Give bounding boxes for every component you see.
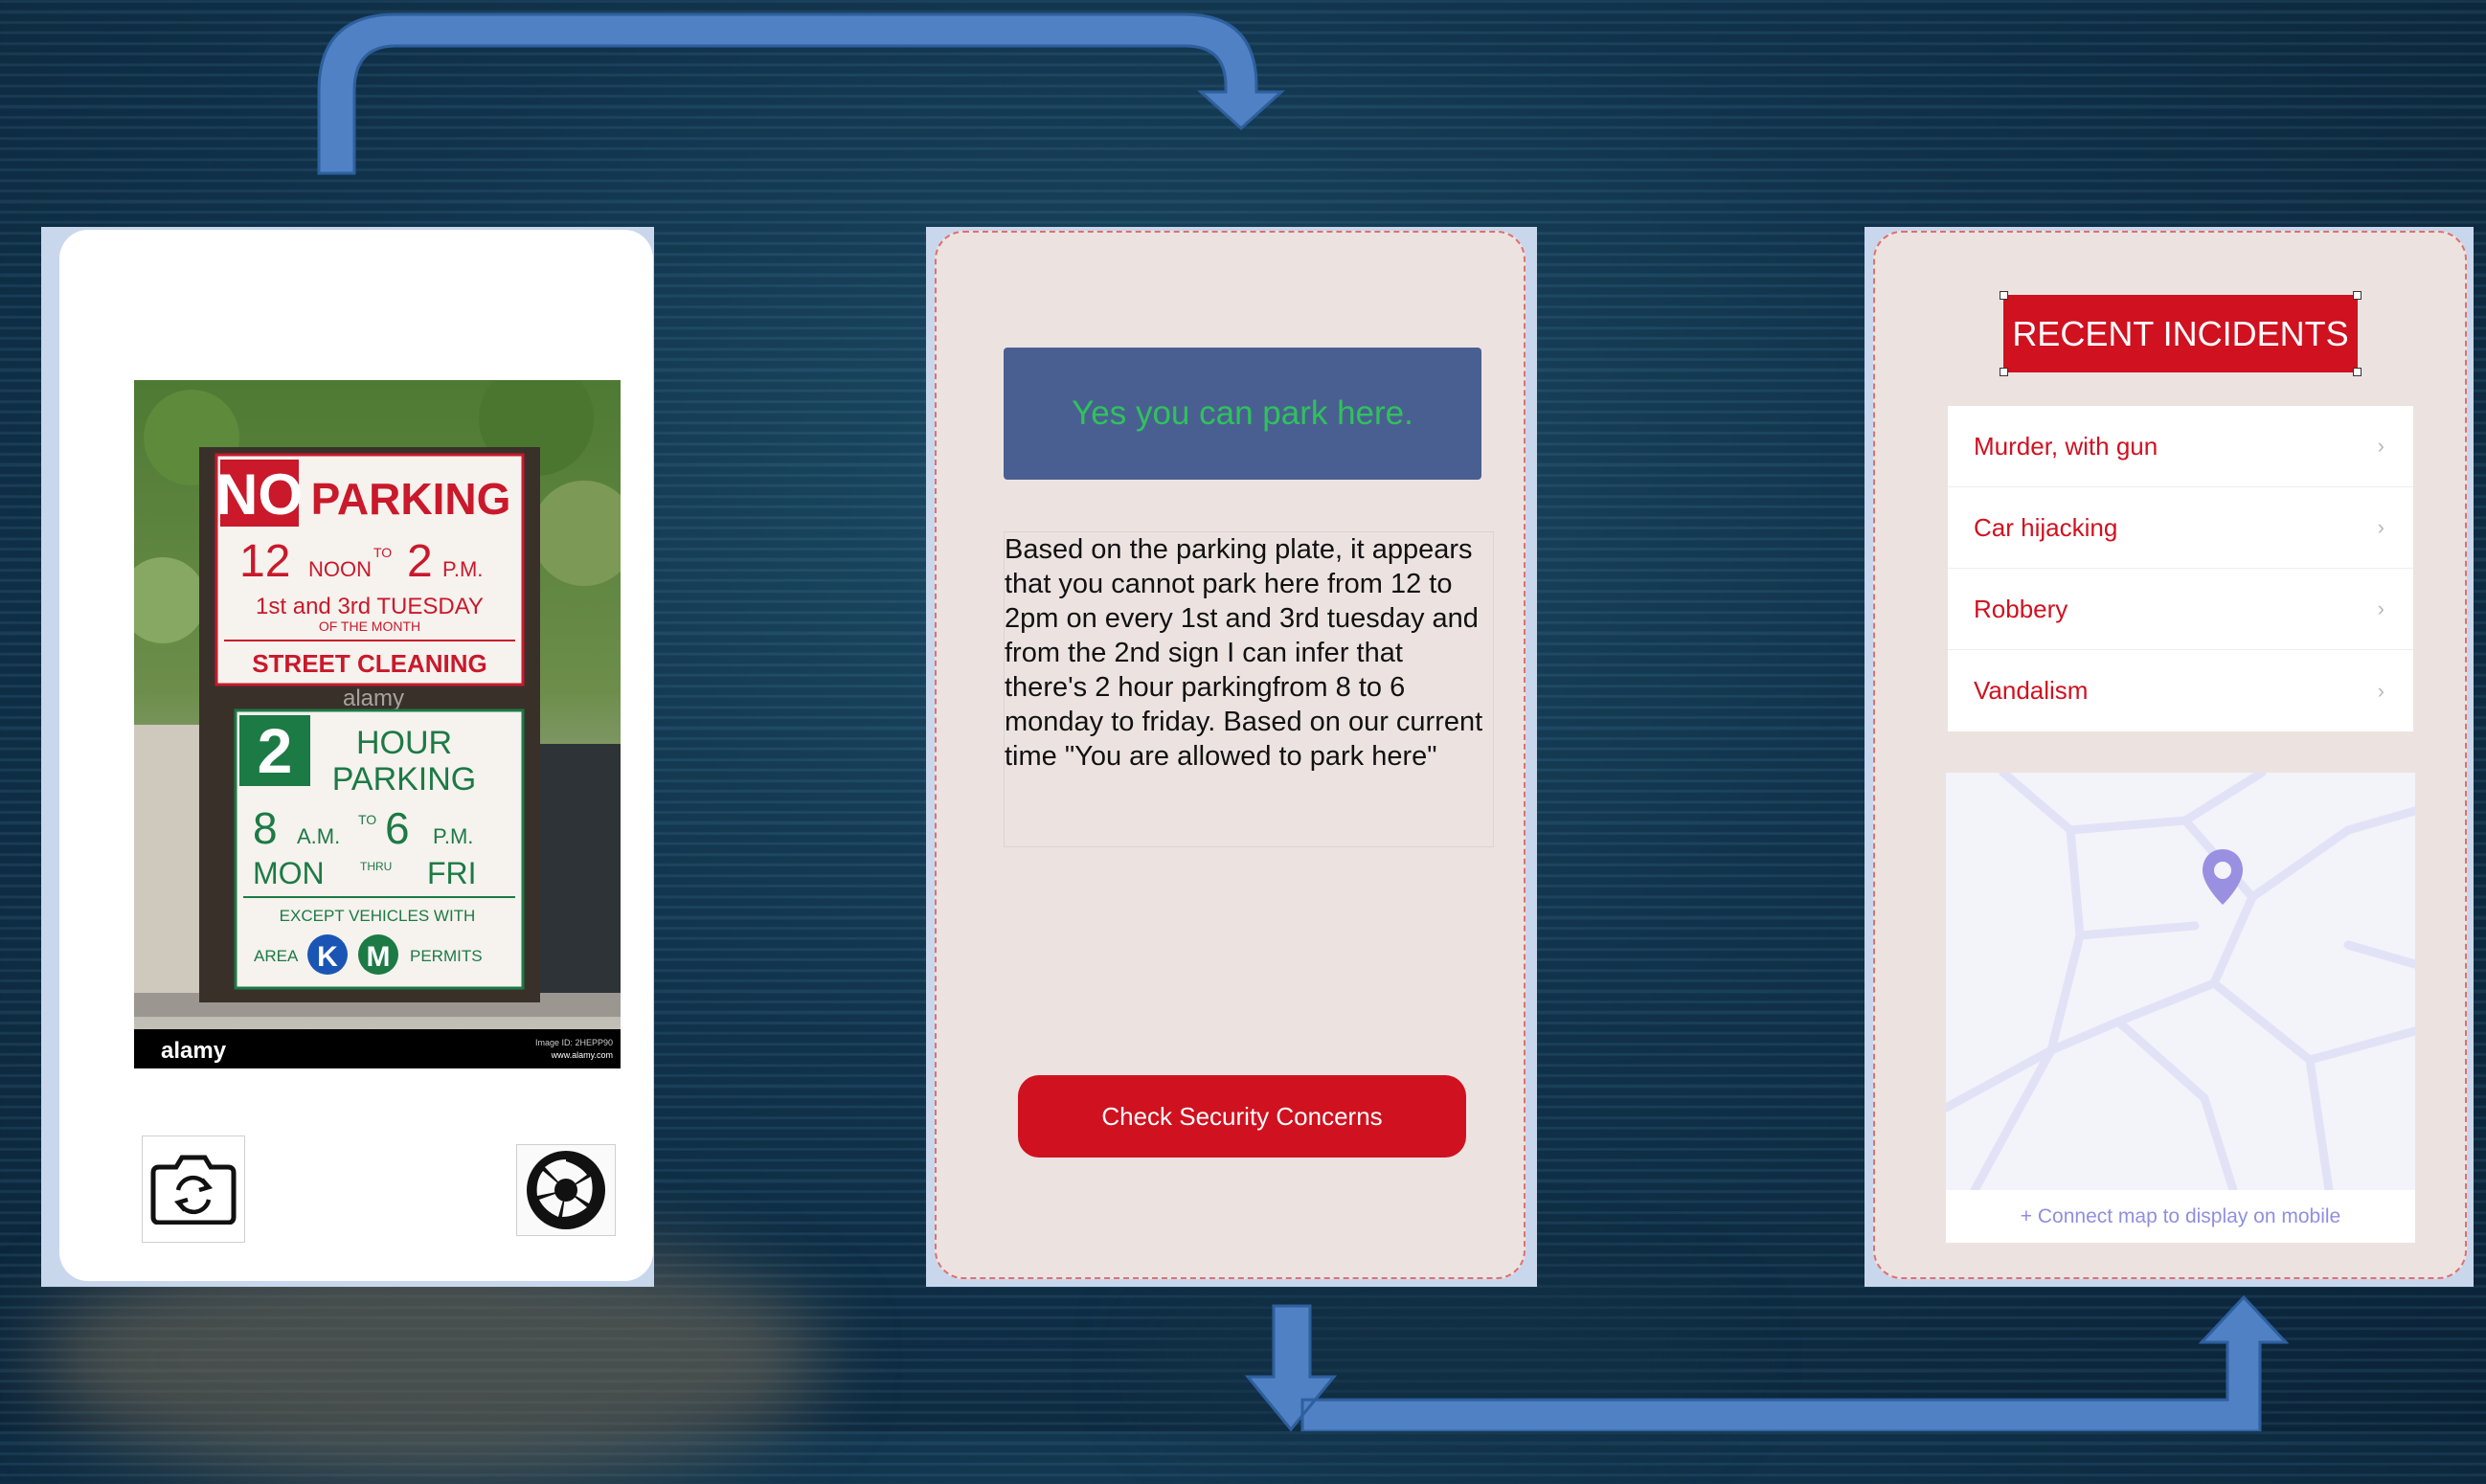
camera-switch-icon xyxy=(150,1155,237,1225)
chevron-right-icon: › xyxy=(2377,678,2384,703)
recent-incidents-heading: RECENT INCIDENTS xyxy=(2003,295,2358,372)
shutter-button[interactable] xyxy=(516,1144,616,1236)
arrow-screen1-to-screen2 xyxy=(317,12,1285,175)
resize-handle[interactable] xyxy=(2353,368,2362,376)
check-security-label: Check Security Concerns xyxy=(1101,1101,1383,1131)
sign-time-start: 12 xyxy=(239,536,290,587)
arrow-screen2-to-screen3 xyxy=(1244,1294,2290,1431)
incidents-card: RECENT INCIDENTS Murder, with gun › Car … xyxy=(1873,231,2467,1279)
check-security-button[interactable]: Check Security Concerns xyxy=(1018,1075,1466,1158)
resize-handle[interactable] xyxy=(2353,291,2362,300)
sign-parking-text: PARKING xyxy=(311,474,511,524)
chevron-right-icon: › xyxy=(2377,434,2384,458)
camera-card: NO PARKING 12 NOON TO 2 P.M. 1st and 3rd… xyxy=(59,230,653,1281)
parking-sign-photo: NO PARKING 12 NOON TO 2 P.M. 1st and 3rd… xyxy=(134,380,621,1068)
chevron-right-icon: › xyxy=(2377,515,2384,539)
map-streets xyxy=(1946,773,2415,1195)
sign-parking-2: PARKING xyxy=(332,761,477,798)
parking-answer-banner: Yes you can park here. xyxy=(1004,348,1481,480)
sign-to-2: TO xyxy=(358,812,376,827)
sign-street-cleaning: STREET CLEANING xyxy=(252,649,487,678)
sign-two-hour-number: 2 xyxy=(258,715,293,786)
incident-label: Car hijacking xyxy=(1974,512,2118,542)
sign-area-m: M xyxy=(367,941,391,973)
screen-parking-result: Yes you can park here. Based on the park… xyxy=(926,227,1537,1287)
connect-map-label: + Connect map to display on mobile xyxy=(2020,1204,2341,1227)
sign-of-month: OF THE MONTH xyxy=(319,618,420,634)
result-card: Yes you can park here. Based on the park… xyxy=(935,231,1526,1279)
recent-incidents-title: RECENT INCIDENTS xyxy=(2012,313,2349,353)
sign-except: EXCEPT VEHICLES WITH xyxy=(280,907,476,925)
screen-recent-incidents: RECENT INCIDENTS Murder, with gun › Car … xyxy=(1864,227,2474,1287)
resize-handle[interactable] xyxy=(2000,368,2008,376)
sign-noon: NOON xyxy=(308,557,372,581)
sign-thru: THRU xyxy=(360,860,392,873)
map-pin-icon xyxy=(2203,849,2243,905)
incident-map[interactable]: + Connect map to display on mobile xyxy=(1946,773,2415,1243)
parking-answer-text: Yes you can park here. xyxy=(1072,394,1413,432)
incident-item-vandalism[interactable]: Vandalism › xyxy=(1948,650,2413,731)
sign-to: TO xyxy=(373,545,392,560)
watermark-image-id: Image ID: 2HEPP90 xyxy=(535,1038,613,1047)
watermark-url: www.alamy.com xyxy=(551,1050,613,1060)
shutter-icon xyxy=(527,1151,605,1229)
sign-permits: PERMITS xyxy=(410,947,483,965)
sign-until: 6 xyxy=(385,803,410,853)
sign-pm: P.M. xyxy=(442,557,483,581)
resize-handle[interactable] xyxy=(2000,291,2008,300)
incident-label: Vandalism xyxy=(1974,676,2089,705)
incident-label: Robbery xyxy=(1974,594,2068,623)
sign-fri: FRI xyxy=(427,856,477,890)
sign-hour: HOUR xyxy=(356,725,452,761)
incident-item-car-hijacking[interactable]: Car hijacking › xyxy=(1948,487,2413,569)
sign-days: 1st and 3rd TUESDAY xyxy=(256,594,484,619)
connect-map-link[interactable]: + Connect map to display on mobile xyxy=(1946,1190,2415,1243)
sign-area: AREA xyxy=(254,947,299,965)
incident-item-murder[interactable]: Murder, with gun › xyxy=(1948,406,2413,487)
sign-no-text: NO xyxy=(216,462,303,527)
parking-explanation: Based on the parking plate, it appears t… xyxy=(1004,531,1494,847)
sign-am: A.M. xyxy=(297,824,340,848)
switch-camera-button[interactable] xyxy=(142,1135,245,1243)
sign-time-end: 2 xyxy=(407,536,433,587)
watermark-brand: alamy xyxy=(343,686,404,711)
sign-from: 8 xyxy=(253,803,278,853)
incident-label: Murder, with gun xyxy=(1974,431,2158,461)
chevron-right-icon: › xyxy=(2377,596,2384,620)
sign-pm-2: P.M. xyxy=(433,824,473,848)
screen-camera: NO PARKING 12 NOON TO 2 P.M. 1st and 3rd… xyxy=(41,227,654,1287)
incident-list: Murder, with gun › Car hijacking › Robbe… xyxy=(1948,406,2413,731)
sign-area-k: K xyxy=(317,941,338,973)
watermark-bar-brand: alamy xyxy=(161,1038,227,1064)
sign-mon: MON xyxy=(253,856,325,890)
incident-item-robbery[interactable]: Robbery › xyxy=(1948,569,2413,650)
